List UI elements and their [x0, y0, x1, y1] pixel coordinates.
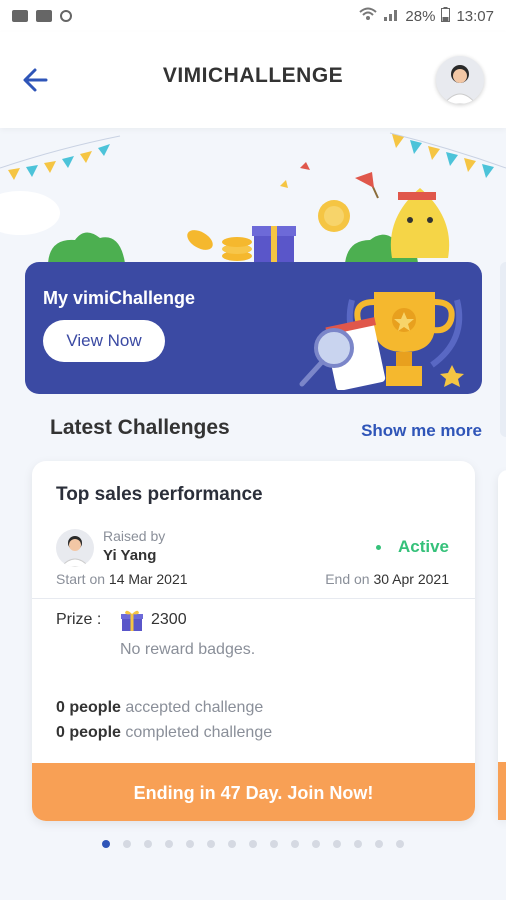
pagination-dot[interactable]	[165, 840, 173, 848]
raised-by-label: Raised by	[103, 528, 166, 544]
pagination-dot[interactable]	[249, 840, 257, 848]
pagination-dot[interactable]	[207, 840, 215, 848]
page-title: VIMICHALLENGE	[162, 64, 344, 87]
pagination-dot[interactable]	[123, 840, 131, 848]
start-date: Start on 14 Mar 2021	[56, 571, 188, 587]
divider	[32, 598, 475, 599]
pagination-dots	[0, 840, 506, 848]
profile-avatar[interactable]	[436, 56, 484, 104]
pagination-dot[interactable]	[312, 840, 320, 848]
join-now-button[interactable]: Ending in 47 Day. Join Now!	[32, 763, 475, 821]
battery-icon	[441, 6, 451, 26]
next-card-peek	[498, 470, 506, 820]
my-challenge-banner: My vimiChallenge View Now	[25, 262, 482, 394]
show-more-link[interactable]: Show me more	[361, 421, 482, 441]
view-now-button[interactable]: View Now	[43, 320, 165, 362]
pagination-dot[interactable]	[354, 840, 362, 848]
pagination-dot[interactable]	[144, 840, 152, 848]
wifi-icon	[359, 7, 378, 25]
challenge-title: Top sales performance	[56, 484, 263, 505]
do-not-disturb-icon	[60, 10, 72, 22]
status-badge: Active	[397, 537, 449, 556]
gift-icon	[120, 608, 144, 632]
pagination-dot[interactable]	[396, 840, 404, 848]
trophy-illustration	[299, 292, 464, 390]
pagination-dot[interactable]	[375, 840, 383, 848]
pagination-dot[interactable]	[333, 840, 341, 848]
banner-title: My vimiChallenge	[43, 288, 196, 308]
clock: 13:07	[456, 7, 494, 25]
next-banner-peek	[500, 262, 506, 437]
completed-stat: 0 people completed challenge	[56, 724, 273, 741]
accepted-stat: 0 people accepted challenge	[56, 699, 264, 716]
pagination-dot[interactable]	[186, 840, 194, 848]
challenge-card[interactable]: Top sales performance Raised by Yi Yang …	[32, 461, 475, 821]
status-dot-icon	[376, 545, 381, 550]
battery-percent: 28%	[405, 7, 436, 25]
pagination-dot[interactable]	[291, 840, 299, 848]
signal-icon	[383, 7, 399, 25]
pagination-dot[interactable]	[270, 840, 278, 848]
prize-label: Prize :	[56, 611, 102, 628]
section-title: Latest Challenges	[50, 416, 230, 439]
raiser-avatar	[56, 529, 94, 567]
pagination-dot[interactable]	[228, 840, 236, 848]
video-camera-icon	[12, 10, 28, 22]
end-date: End on 30 Apr 2021	[325, 571, 449, 587]
status-bar: 28% 13:07	[0, 0, 506, 32]
prize-value: 2300	[151, 611, 187, 628]
app-bar: VIMICHALLENGE	[0, 32, 506, 128]
image-icon	[36, 10, 52, 22]
pagination-dot[interactable]	[102, 840, 110, 848]
hero-illustration	[0, 128, 506, 268]
raiser-name: Yi Yang	[103, 547, 157, 564]
no-badges-text: No reward badges.	[120, 641, 256, 658]
